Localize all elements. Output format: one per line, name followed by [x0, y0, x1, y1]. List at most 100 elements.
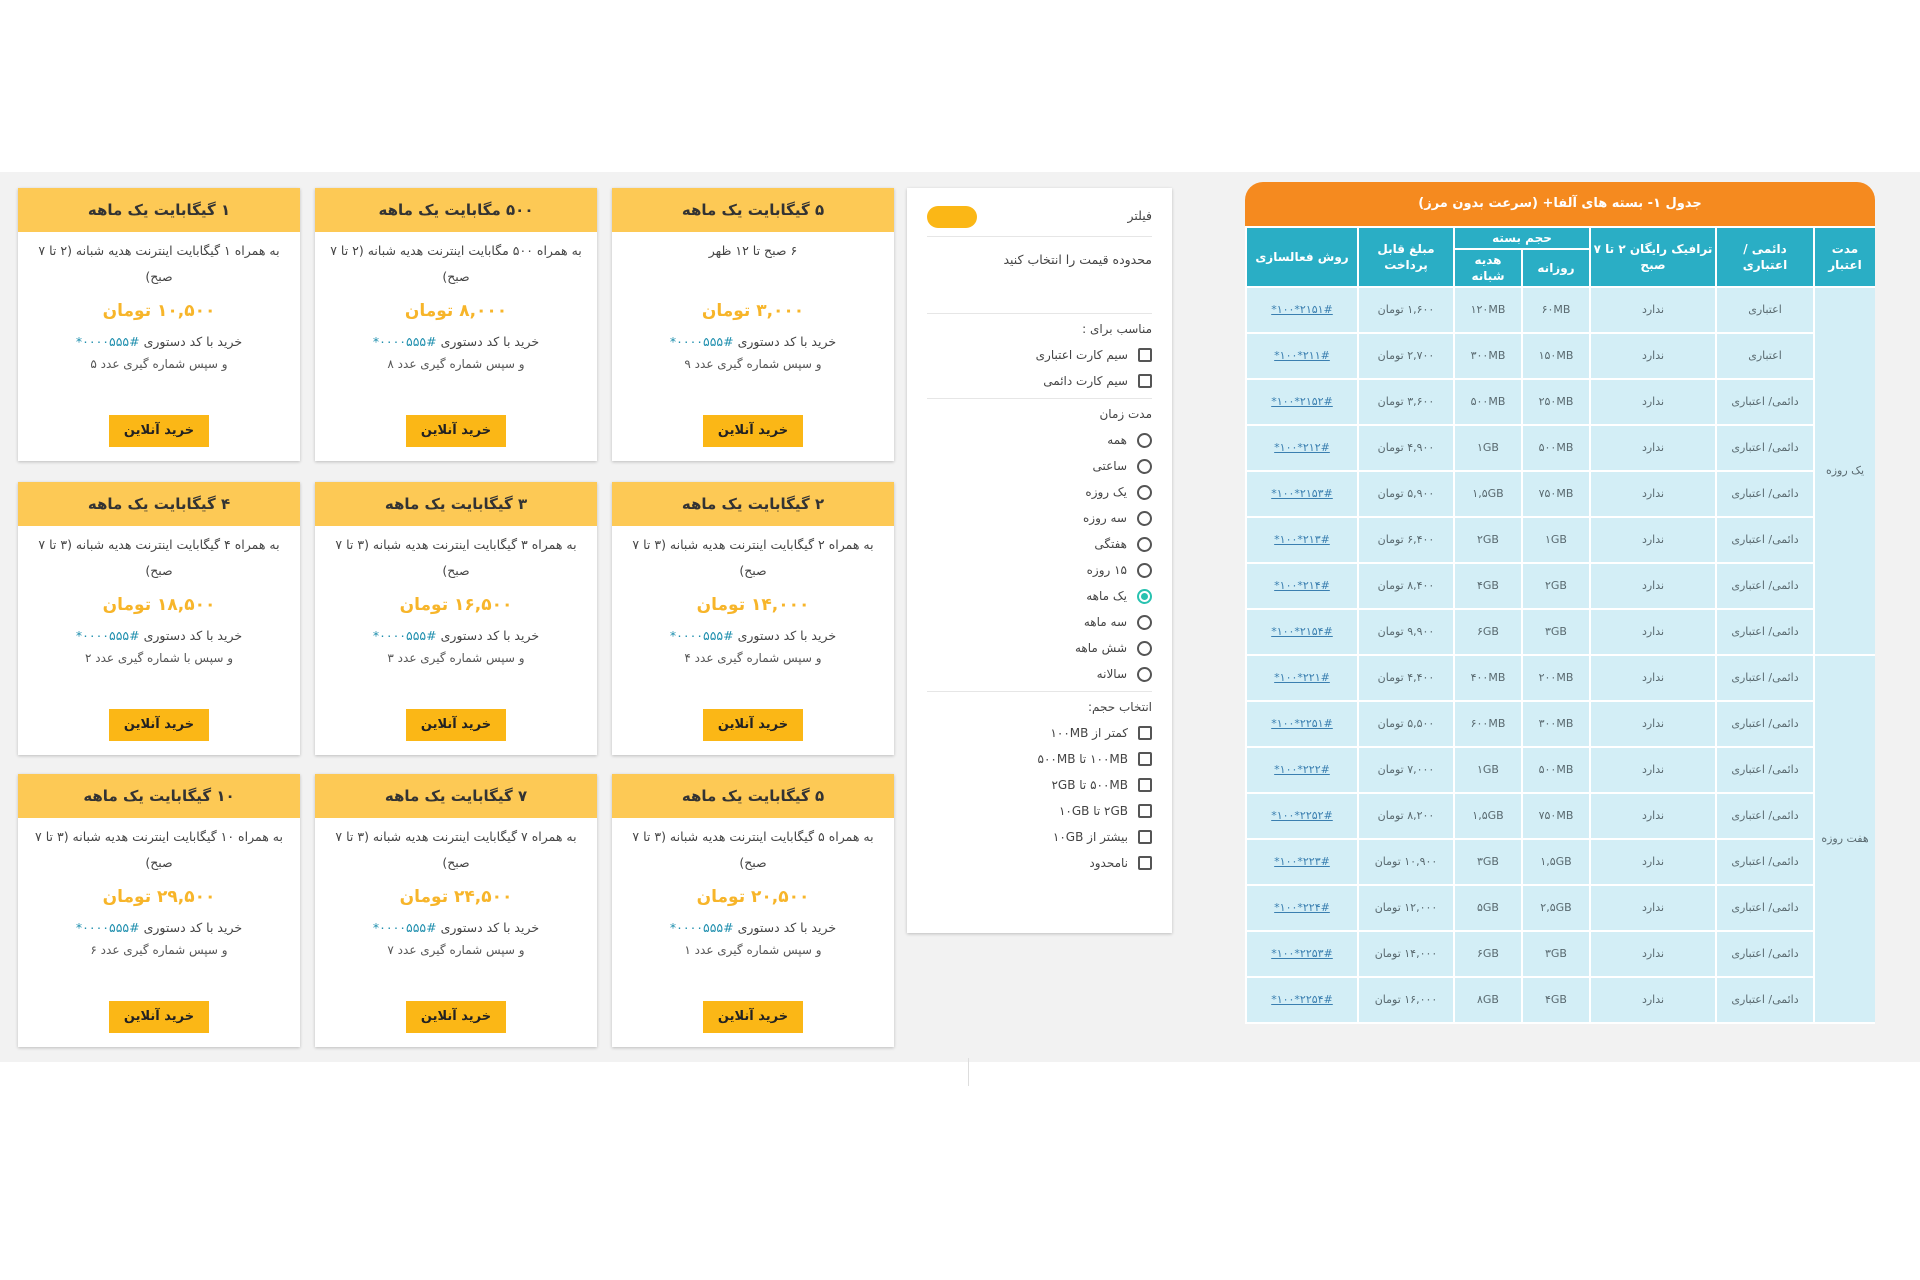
card-description: به همراه ۱ گیگابایت اینترنت هدیه شبانه (…: [38, 243, 280, 284]
package-card: ۲ گیگابایت یک ماهه به همراه ۲ گیگابایت ای…: [612, 482, 894, 755]
radio-button[interactable]: [1137, 536, 1152, 552]
filter-option[interactable]: ساعتی: [927, 453, 1152, 479]
daily-cell: ۶۰MB: [1521, 286, 1591, 334]
radio-button[interactable]: [1137, 614, 1152, 630]
table-row: دائمی/ اعتباری ندارد ۵۰۰MB ۱GB ۷,۰۰۰ تومان *۱…: [1245, 746, 1875, 794]
card-note: و سپس شماره گیری عدد ۷: [387, 943, 525, 957]
card-title: ۱۰ گیگابایت یک ماهه: [18, 774, 300, 818]
activation-code-link[interactable]: *۱۰۰*۲۱۱#: [1245, 332, 1359, 380]
radio-button[interactable]: [1137, 484, 1152, 500]
radio-button[interactable]: [1137, 640, 1152, 656]
activation-code-link[interactable]: *۱۰۰*۲۲۵۲#: [1245, 792, 1359, 840]
radio-button[interactable]: [1137, 458, 1152, 474]
activation-code-link[interactable]: *۱۰۰*۲۲۵۴#: [1245, 976, 1359, 1024]
buy-online-button[interactable]: خرید آنلاین: [406, 415, 506, 447]
filter-option-label: همه: [1107, 433, 1127, 447]
activation-code-link[interactable]: *۱۰۰*۲۱۵۱#: [1245, 286, 1359, 334]
sim-cell: اعتباری: [1715, 332, 1815, 380]
night-cell: ۵۰۰MB: [1453, 378, 1523, 426]
card-ussd: خرید با کد دستوری #۰۰۰۰۵۵۵*: [612, 628, 894, 643]
header-amount: مبلغ قابل پرداخت: [1357, 226, 1455, 288]
duration-title: مدت زمان: [1099, 407, 1152, 421]
filter-option[interactable]: سه ماهه: [927, 609, 1152, 635]
buy-online-button[interactable]: خرید آنلاین: [703, 709, 803, 741]
daily-cell: ۱,۵GB: [1521, 838, 1591, 886]
volume-title: انتخاب حجم:: [1087, 700, 1152, 714]
filter-option[interactable]: یک روزه: [927, 479, 1152, 505]
buy-online-button[interactable]: خرید آنلاین: [109, 1001, 209, 1033]
radio-button[interactable]: [1137, 510, 1152, 526]
radio-button[interactable]: [1137, 666, 1152, 682]
amount-cell: ۶,۴۰۰ تومان: [1357, 516, 1455, 564]
checkbox[interactable]: [1138, 726, 1152, 740]
filter-option[interactable]: ۵۰۰MB تا ۲GB: [927, 772, 1152, 798]
filter-option[interactable]: ۱۵ روزه: [927, 557, 1152, 583]
daily-cell: ۲GB: [1521, 562, 1591, 610]
filter-option-label: سالانه: [1096, 667, 1127, 681]
activation-code-link[interactable]: *۱۰۰*۲۲۴#: [1245, 884, 1359, 932]
buy-online-button[interactable]: خرید آنلاین: [109, 709, 209, 741]
checkbox[interactable]: [1138, 804, 1152, 818]
sim-cell: دائمی/ اعتباری: [1715, 838, 1815, 886]
filter-option[interactable]: سه روزه: [927, 505, 1152, 531]
checkbox[interactable]: [1138, 856, 1152, 870]
filter-option-label: کمتر از ۱۰۰MB: [1050, 726, 1128, 740]
buy-online-button[interactable]: خرید آنلاین: [406, 1001, 506, 1033]
activation-code-link[interactable]: *۱۰۰*۲۱۳#: [1245, 516, 1359, 564]
checkbox[interactable]: [1138, 778, 1152, 792]
filter-option[interactable]: نامحدود: [927, 850, 1152, 876]
activation-code-link[interactable]: *۱۰۰*۲۲۲#: [1245, 746, 1359, 794]
radio-button[interactable]: [1137, 562, 1152, 578]
table-row: اعتباری ندارد ۱۵۰MB ۳۰۰MB ۲,۷۰۰ تومان *۱۰۰*۲۱…: [1245, 332, 1875, 380]
activation-code-link[interactable]: *۱۰۰*۲۲۳#: [1245, 838, 1359, 886]
card-code-label: خرید با کد دستوری: [737, 334, 837, 349]
activation-code-link[interactable]: *۱۰۰*۲۲۱#: [1245, 654, 1359, 702]
filter-option[interactable]: کمتر از ۱۰۰MB: [927, 720, 1152, 746]
card-description: به همراه ۵ گیگابایت اینترنت هدیه شبانه (…: [632, 829, 874, 870]
radio-button[interactable]: [1137, 588, 1152, 604]
filter-option[interactable]: سیم کارت دائمی: [927, 368, 1152, 394]
activation-code-link[interactable]: *۱۰۰*۲۱۵۲#: [1245, 378, 1359, 426]
card-ussd: خرید با کد دستوری #۰۰۰۰۵۵۵*: [315, 628, 597, 643]
card-code-label: خرید با کد دستوری: [737, 628, 837, 643]
card-price: ۲۹,۵۰۰ تومان: [102, 887, 216, 907]
daily-cell: ۲,۵GB: [1521, 884, 1591, 932]
filter-option[interactable]: شش ماهه: [927, 635, 1152, 661]
daily-cell: ۷۵۰MB: [1521, 792, 1591, 840]
activation-code-link[interactable]: *۱۰۰*۲۲۵۱#: [1245, 700, 1359, 748]
checkbox[interactable]: [1138, 752, 1152, 766]
radio-button[interactable]: [1137, 432, 1152, 448]
price-range-hint[interactable]: محدوده قیمت را انتخاب کنید: [927, 237, 1152, 314]
filter-option[interactable]: یک ماهه: [927, 583, 1152, 609]
buy-online-button[interactable]: خرید آنلاین: [406, 709, 506, 741]
packages-grid: ۵ گیگابایت یک ماهه ۶ صبح تا ۱۲ ظهر ۳,۰۰۰ ت…: [18, 188, 898, 1047]
table-row: دائمی/ اعتباری ندارد ۲GB ۴GB ۸,۴۰۰ تومان *۱۰۰…: [1245, 562, 1875, 610]
table-row: یک روزه اعتباری ندارد ۶۰MB ۱۲۰MB ۱,۶۰۰ تومان *…: [1245, 286, 1875, 656]
filter-option[interactable]: ۲GB تا ۱۰GB: [927, 798, 1152, 824]
filter-option[interactable]: هفتگی: [927, 531, 1152, 557]
sim-cell: دائمی/ اعتباری: [1715, 746, 1815, 794]
buy-online-button[interactable]: خرید آنلاین: [703, 1001, 803, 1033]
activation-code-link[interactable]: *۱۰۰*۲۱۵۴#: [1245, 608, 1359, 656]
checkbox[interactable]: [1138, 348, 1152, 362]
filter-option[interactable]: همه: [927, 427, 1152, 453]
filter-option[interactable]: سیم کارت اعتباری: [927, 342, 1152, 368]
buy-online-button[interactable]: خرید آنلاین: [703, 415, 803, 447]
table-row: دائمی/ اعتباری ندارد ۱GB ۲GB ۶,۴۰۰ تومان *۱۰۰…: [1245, 516, 1875, 564]
buy-online-button[interactable]: خرید آنلاین: [109, 415, 209, 447]
activation-code-link[interactable]: *۱۰۰*۲۱۲#: [1245, 424, 1359, 472]
filter-option[interactable]: بیشتر از ۱۰GB: [927, 824, 1152, 850]
daily-cell: ۳GB: [1521, 608, 1591, 656]
filter-toggle[interactable]: [927, 206, 977, 228]
activation-code-link[interactable]: *۱۰۰*۲۲۵۳#: [1245, 930, 1359, 978]
filter-option[interactable]: سالانه: [927, 661, 1152, 687]
package-card: ۵۰۰ مگابایت یک ماهه به همراه ۵۰۰ مگابایت …: [315, 188, 597, 461]
checkbox[interactable]: [1138, 830, 1152, 844]
card-code-value: #۰۰۰۰۵۵۵*: [372, 334, 437, 349]
activation-code-link[interactable]: *۱۰۰*۲۱۴#: [1245, 562, 1359, 610]
activation-code-link[interactable]: *۱۰۰*۲۱۵۳#: [1245, 470, 1359, 518]
filter-option[interactable]: ۱۰۰MB تا ۵۰۰MB: [927, 746, 1152, 772]
checkbox[interactable]: [1138, 374, 1152, 388]
card-note: و سپس شماره گیری عدد ۶: [90, 943, 228, 957]
amount-cell: ۸,۴۰۰ تومان: [1357, 562, 1455, 610]
